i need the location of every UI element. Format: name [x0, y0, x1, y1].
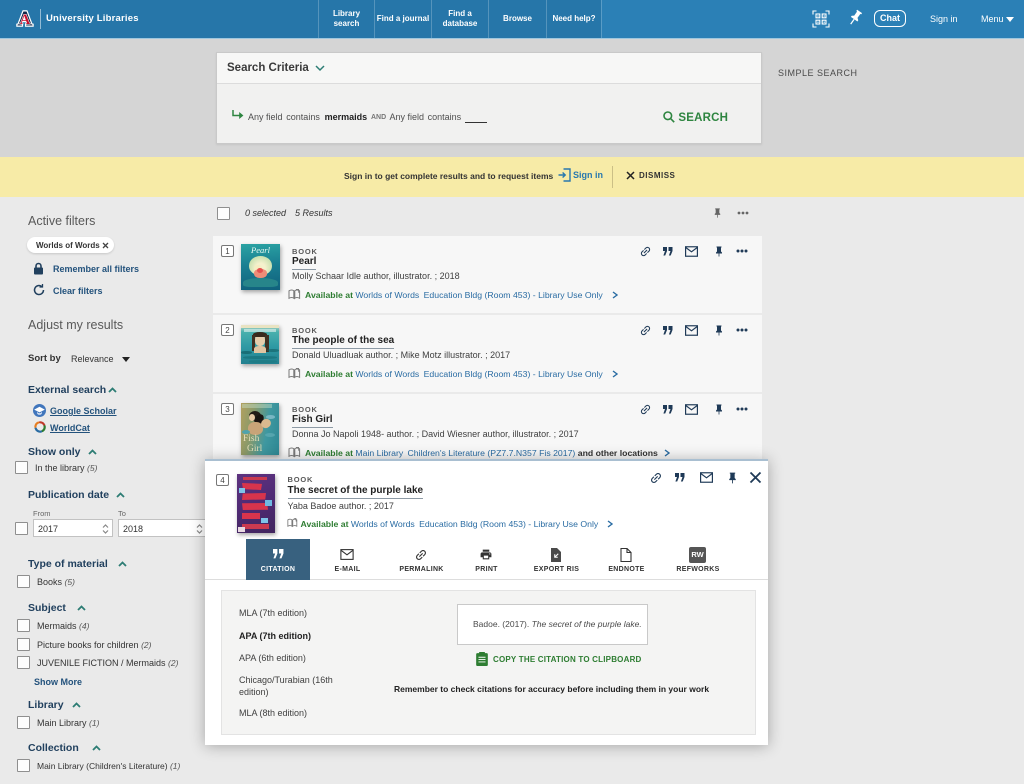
svg-text:A: A — [20, 12, 31, 28]
